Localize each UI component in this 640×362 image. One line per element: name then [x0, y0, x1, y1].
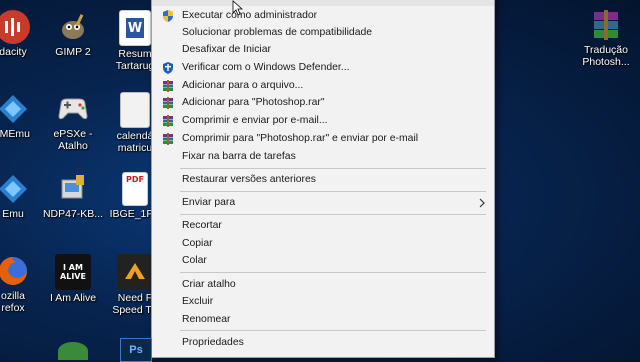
menu-item-cut[interactable]: Recortar [152, 217, 494, 234]
gamepad-icon [56, 92, 90, 126]
desktop-icon-label: NDP47-KB... [42, 208, 104, 220]
menu-item-unpin-start[interactable]: Desafixar de Iniciar [152, 41, 494, 58]
menu-item-delete[interactable]: Excluir [152, 293, 494, 310]
menu-item-label: Fixar na barra de tarefas [182, 151, 296, 162]
word-letter: W [126, 18, 144, 38]
menu-item-add-to-rar[interactable]: Adicionar para "Photoshop.rar" [152, 94, 494, 111]
menu-item-label: Recortar [182, 220, 222, 231]
document-icon [120, 92, 150, 128]
menu-item-label: Propriedades [182, 337, 244, 348]
menu-item-label: Restaurar versões anteriores [182, 174, 316, 185]
menu-item-add-to-archive[interactable]: Adicionar para o arquivo... [152, 77, 494, 94]
winrar-icon [163, 79, 173, 92]
photoshop-taskbar-button[interactable]: Ps [120, 338, 152, 362]
desktop-icon-label: GIMP 2 [55, 46, 91, 58]
menu-separator [180, 191, 486, 192]
menu-item-defender-scan[interactable]: Verificar com o Windows Defender... [152, 59, 494, 76]
menu-item-label: Adicionar para "Photoshop.rar" [182, 97, 325, 108]
desktop-icon-winrar-archive[interactable]: Tradução Photosh... [571, 8, 640, 68]
shield-icon [163, 9, 173, 22]
menu-item-compress-rar-email[interactable]: Comprimir para "Photoshop.rar" e enviar … [152, 130, 494, 147]
desktop-icon-label: I Am Alive [49, 292, 97, 304]
game-icon-text: I AM ALIVE [60, 263, 86, 281]
context-menu: Executar como administrador Solucionar p… [151, 0, 495, 358]
chevron-right-icon [479, 198, 485, 207]
desktop-icon-gimp[interactable]: GIMP 2 [38, 10, 108, 58]
desktop-icon-label: Tradução Photosh... [582, 44, 630, 68]
game-icon [117, 254, 153, 290]
word-icon: W [119, 10, 151, 46]
menu-item-properties[interactable]: Propriedades [152, 334, 494, 351]
gimp-icon [56, 10, 90, 44]
winrar-icon [589, 8, 623, 42]
defender-icon [163, 61, 173, 74]
menu-item-copy[interactable]: Copiar [152, 235, 494, 252]
pdf-icon-text: PDF [126, 175, 144, 184]
menu-item-troubleshoot[interactable]: Solucionar problemas de compatibilidade [152, 24, 494, 41]
menu-item-label: Colar [182, 255, 207, 266]
menu-item-compress-email[interactable]: Comprimir e enviar por e-mail... [152, 112, 494, 129]
menu-separator [180, 168, 486, 169]
winrar-icon [163, 96, 173, 109]
menu-separator [180, 272, 486, 273]
menu-item-create-shortcut[interactable]: Criar atalho [152, 276, 494, 293]
menu-item-label: Desafixar de Iniciar [182, 44, 271, 55]
menu-item-run-as-admin[interactable]: Executar como administrador [152, 7, 494, 24]
desktop-icon-ndp[interactable]: NDP47-KB... [38, 172, 108, 220]
taskbar-app-icon[interactable] [58, 342, 88, 360]
menu-separator [180, 330, 486, 331]
menu-item-label: Solucionar problemas de compatibilidade [182, 27, 373, 38]
desktop-icon-label: ePSXe - Atalho [53, 128, 93, 152]
pdf-icon: PDF [122, 172, 148, 206]
winrar-icon [163, 132, 173, 145]
mouse-cursor-icon [232, 0, 244, 16]
menu-item-label: Comprimir para "Photoshop.rar" e enviar … [182, 133, 419, 144]
memu-icon [0, 92, 30, 126]
menu-item-label: Verificar com o Windows Defender... [182, 62, 350, 73]
menu-item-label: Copiar [182, 238, 213, 249]
installer-icon [56, 172, 90, 206]
menu-item-label: Adicionar para o arquivo... [182, 80, 304, 91]
menu-item-label: Comprimir e enviar por e-mail... [182, 115, 328, 126]
desktop-icon-epsxe[interactable]: ePSXe - Atalho [38, 92, 108, 152]
menu-item-label: Executar como administrador [182, 10, 318, 21]
menu-item-restore-versions[interactable]: Restaurar versões anteriores [152, 171, 494, 188]
menu-item-label: Enviar para [182, 197, 236, 208]
menu-item-partial[interactable] [152, 0, 494, 6]
menu-item-pin-taskbar[interactable]: Fixar na barra de tarefas [152, 148, 494, 165]
menu-item-label: Renomear [182, 314, 231, 325]
menu-item-send-to[interactable]: Enviar para [152, 194, 494, 211]
game-icon: I AM ALIVE [55, 254, 91, 290]
firefox-icon [0, 254, 30, 288]
winrar-icon [163, 114, 173, 127]
audacity-icon [0, 10, 30, 44]
photoshop-icon: Ps [129, 344, 143, 356]
desktop-icon-i-am-alive[interactable]: I AM ALIVE I Am Alive [38, 254, 108, 304]
memu-icon [0, 172, 30, 206]
menu-item-label: Excluir [182, 296, 214, 307]
taskbar-strip: Ps [0, 338, 152, 362]
menu-item-paste[interactable]: Colar [152, 252, 494, 269]
menu-item-label: Criar atalho [182, 279, 236, 290]
menu-separator [180, 214, 486, 215]
menu-item-rename[interactable]: Renomear [152, 311, 494, 328]
